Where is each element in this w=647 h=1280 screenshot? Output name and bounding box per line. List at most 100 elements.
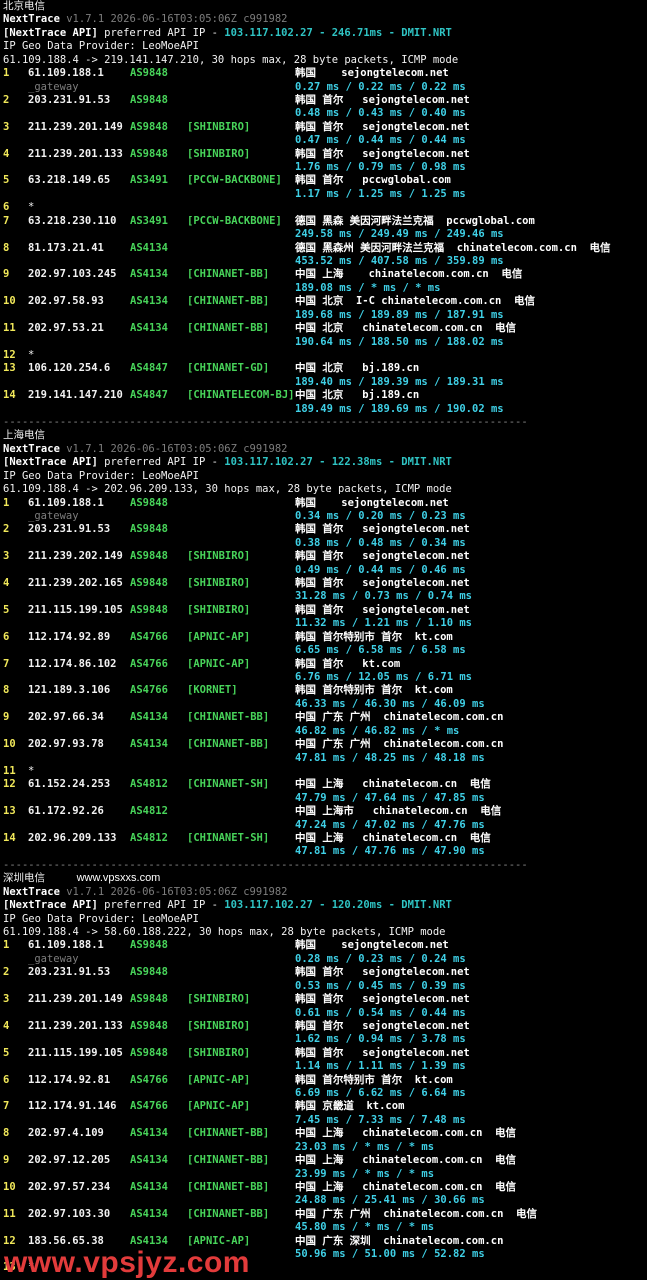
hop-number: 9 (3, 711, 10, 724)
api-ip: 103.117.102.27 - 120.20ms - DMIT.NRT (224, 899, 452, 912)
hop-timeout: * (28, 201, 35, 214)
brand-line: NextTrace v1.7.1 2026-06-16T03:05:06Z c9… (3, 886, 288, 899)
hop-latency: 6.65 ms / 6.58 ms / 6.58 ms (295, 644, 466, 657)
hop-latency-row: 23.03 ms / * ms / * ms (0, 1141, 647, 1154)
hop-asn: AS9848 (130, 966, 168, 979)
api-prefix: [NextTrace API] (3, 456, 98, 469)
hop-network-tag: [SHINBIRO] (187, 577, 251, 590)
hop-number: 8 (3, 1127, 10, 1140)
hop-row: 11 202.97.53.21 AS4134 [CHINANET-BB] 中国 北京 c… (0, 322, 647, 335)
hop-network-tag: [CHINANET-BB] (187, 1207, 270, 1220)
hop-number: 1 (3, 496, 10, 509)
hop-geo: 韩国 首尔 sejongtelecom.net (295, 120, 470, 133)
hop-latency-row: 0.53 ms / 0.45 ms / 0.39 ms (0, 980, 647, 993)
hop-ip: 211.239.201.133 (28, 1019, 123, 1032)
hop-geo: 中国 上海 chinatelecom.com.cn 电信 (295, 1180, 517, 1193)
hop-number: 9 (3, 268, 10, 281)
hop-ip: 63.218.230.110 (28, 214, 117, 227)
hop-row: 5 211.115.199.105 AS9848 [SHINBIRO] 韩国 首尔 se… (0, 1047, 647, 1060)
hop-ip: 203.231.91.53 (28, 966, 111, 979)
hop-row: 10 202.97.93.78 AS4134 [CHINANET-BB] 中国 广东 广… (0, 738, 647, 751)
hop-number: 8 (3, 684, 10, 697)
hop-number: 3 (3, 550, 10, 563)
hop-number: 6 (3, 630, 10, 643)
hop-number: 11 (3, 322, 16, 335)
hop-latency: 189.08 ms / * ms / * ms (295, 281, 441, 294)
hop-ip: 203.231.91.53 (28, 523, 111, 536)
hop-latency: 45.80 ms / * ms / * ms (295, 1221, 435, 1234)
hop-ip: 202.97.53.21 (28, 322, 104, 335)
hop-geo: 韩国 首尔特别市 首尔 kt.com (295, 1073, 453, 1086)
section-title-text: 北京电信 (3, 0, 45, 12)
hop-network-tag: [SHINBIRO] (187, 550, 251, 563)
hop-asn: AS9848 (130, 1019, 168, 1032)
hop-latency-row: _gateway 0.28 ms / 0.23 ms / 0.24 ms (0, 953, 647, 966)
brand-name: NextTrace (3, 13, 60, 26)
route-line: 61.109.188.4 -> 58.60.188.222, 30 hops m… (3, 926, 446, 939)
hop-latency: 6.69 ms / 6.62 ms / 6.64 ms (295, 1087, 466, 1100)
gateway-label: _gateway (28, 509, 79, 522)
hop-number: 12 (3, 778, 16, 791)
hop-row: 6 112.174.92.81 AS4766 [APNIC-AP] 韩国 首尔特别市 首… (0, 1074, 647, 1087)
hop-number: 4 (3, 147, 10, 160)
hop-asn: AS4847 (130, 389, 168, 402)
hop-asn: AS4134 (130, 1180, 168, 1193)
hop-network-tag: [SHINBIRO] (187, 603, 251, 616)
api-text: preferred API IP - (97, 899, 225, 912)
hop-network-tag: [CHINANET-BB] (187, 322, 270, 335)
hop-row: 7 63.218.230.110 AS3491 [PCCW-BACKBONE] 德国 黑… (0, 215, 647, 228)
hop-ip: 202.97.103.30 (28, 1207, 111, 1220)
hop-latency-row: 47.81 ms / 48.25 ms / 48.18 ms (0, 752, 647, 765)
api-prefix: [NextTrace API] (3, 26, 98, 39)
hop-network-tag: [CHINANET-BB] (187, 268, 270, 281)
hop-latency-row: 1.14 ms / 1.11 ms / 1.39 ms (0, 1060, 647, 1073)
hop-ip: 61.172.92.26 (28, 805, 104, 818)
hop-network-tag: [APNIC-AP] (187, 1100, 251, 1113)
gateway-label: _gateway (28, 80, 79, 93)
hop-latency: 190.64 ms / 188.50 ms / 188.02 ms (295, 335, 504, 348)
hop-latency-row: 189.40 ms / 189.39 ms / 189.31 ms (0, 376, 647, 389)
hop-geo: 中国 广东 广州 chinatelecom.com.cn (295, 738, 504, 751)
hop-latency-row: 6.65 ms / 6.58 ms / 6.58 ms (0, 644, 647, 657)
hop-geo: 中国 北京 chinatelecom.com.cn 电信 (295, 322, 517, 335)
hop-latency-row: 189.49 ms / 189.69 ms / 190.02 ms (0, 403, 647, 416)
site-watermark: www.vpsjyz.com (4, 1246, 250, 1279)
hop-network-tag: [CHINANET-BB] (187, 1127, 270, 1140)
hop-row: 14 219.141.147.210 AS4847 [CHINATELECOM-BJ]… (0, 389, 647, 402)
hop-ip: 61.109.188.1 (28, 939, 104, 952)
hop-asn: AS4134 (130, 1127, 168, 1140)
hop-network-tag: [SHINBIRO] (187, 120, 251, 133)
hop-row: 12 * (0, 349, 647, 362)
hop-asn: AS4134 (130, 295, 168, 308)
api-text: preferred API IP - (97, 26, 225, 39)
hop-geo: 德国 黑森州 美因河畔法兰克福 chinatelecom.com.cn 电信 (295, 241, 611, 254)
hop-latency: 11.32 ms / 1.21 ms / 1.10 ms (295, 617, 473, 630)
hop-network-tag: [CHINANET-SH] (187, 832, 270, 845)
hop-geo: 德国 黑森 美因河畔法兰克福 pccwglobal.com (295, 214, 535, 227)
hop-row: 1 61.109.188.1 AS9848 韩国 sejongtelecom.net (0, 67, 647, 80)
hop-latency-row: 1.17 ms / 1.25 ms / 1.25 ms (0, 188, 647, 201)
hop-ip: 81.173.21.41 (28, 241, 104, 254)
hop-geo: 韩国 首尔特别市 首尔 kt.com (295, 630, 453, 643)
hop-ip: 112.174.92.81 (28, 1073, 111, 1086)
hop-latency-row: 31.28 ms / 0.73 ms / 0.74 ms (0, 590, 647, 603)
separator: ----------------------------------------… (3, 416, 528, 429)
hop-geo: 韩国 首尔 sejongtelecom.net (295, 523, 470, 536)
hop-geo: 韩国 首尔 sejongtelecom.net (295, 1019, 470, 1032)
hop-asn: AS4766 (130, 684, 168, 697)
hop-asn: AS4766 (130, 1100, 168, 1113)
hop-ip: 202.97.12.205 (28, 1154, 111, 1167)
hop-asn: AS9848 (130, 496, 168, 509)
geo-provider: IP Geo Data Provider: LeoMoeAPI (3, 469, 199, 482)
hop-network-tag: [CHINATELECOM-BJ] (187, 389, 295, 402)
hop-geo: 中国 上海 chinatelecom.com.cn 电信 (295, 1127, 517, 1140)
hop-number: 12 (3, 348, 16, 361)
api-prefix: [NextTrace API] (3, 899, 98, 912)
hop-asn: AS9848 (130, 93, 168, 106)
hop-latency-row: 11.32 ms / 1.21 ms / 1.10 ms (0, 617, 647, 630)
hop-latency: 23.99 ms / * ms / * ms (295, 1167, 435, 1180)
section-separator: ----------------------------------------… (3, 859, 528, 872)
hop-ip: 202.97.103.245 (28, 268, 117, 281)
hop-latency: 0.34 ms / 0.20 ms / 0.23 ms (295, 509, 466, 522)
hop-row: 8 202.97.4.109 AS4134 [CHINANET-BB] 中国 上海 ch… (0, 1127, 647, 1140)
